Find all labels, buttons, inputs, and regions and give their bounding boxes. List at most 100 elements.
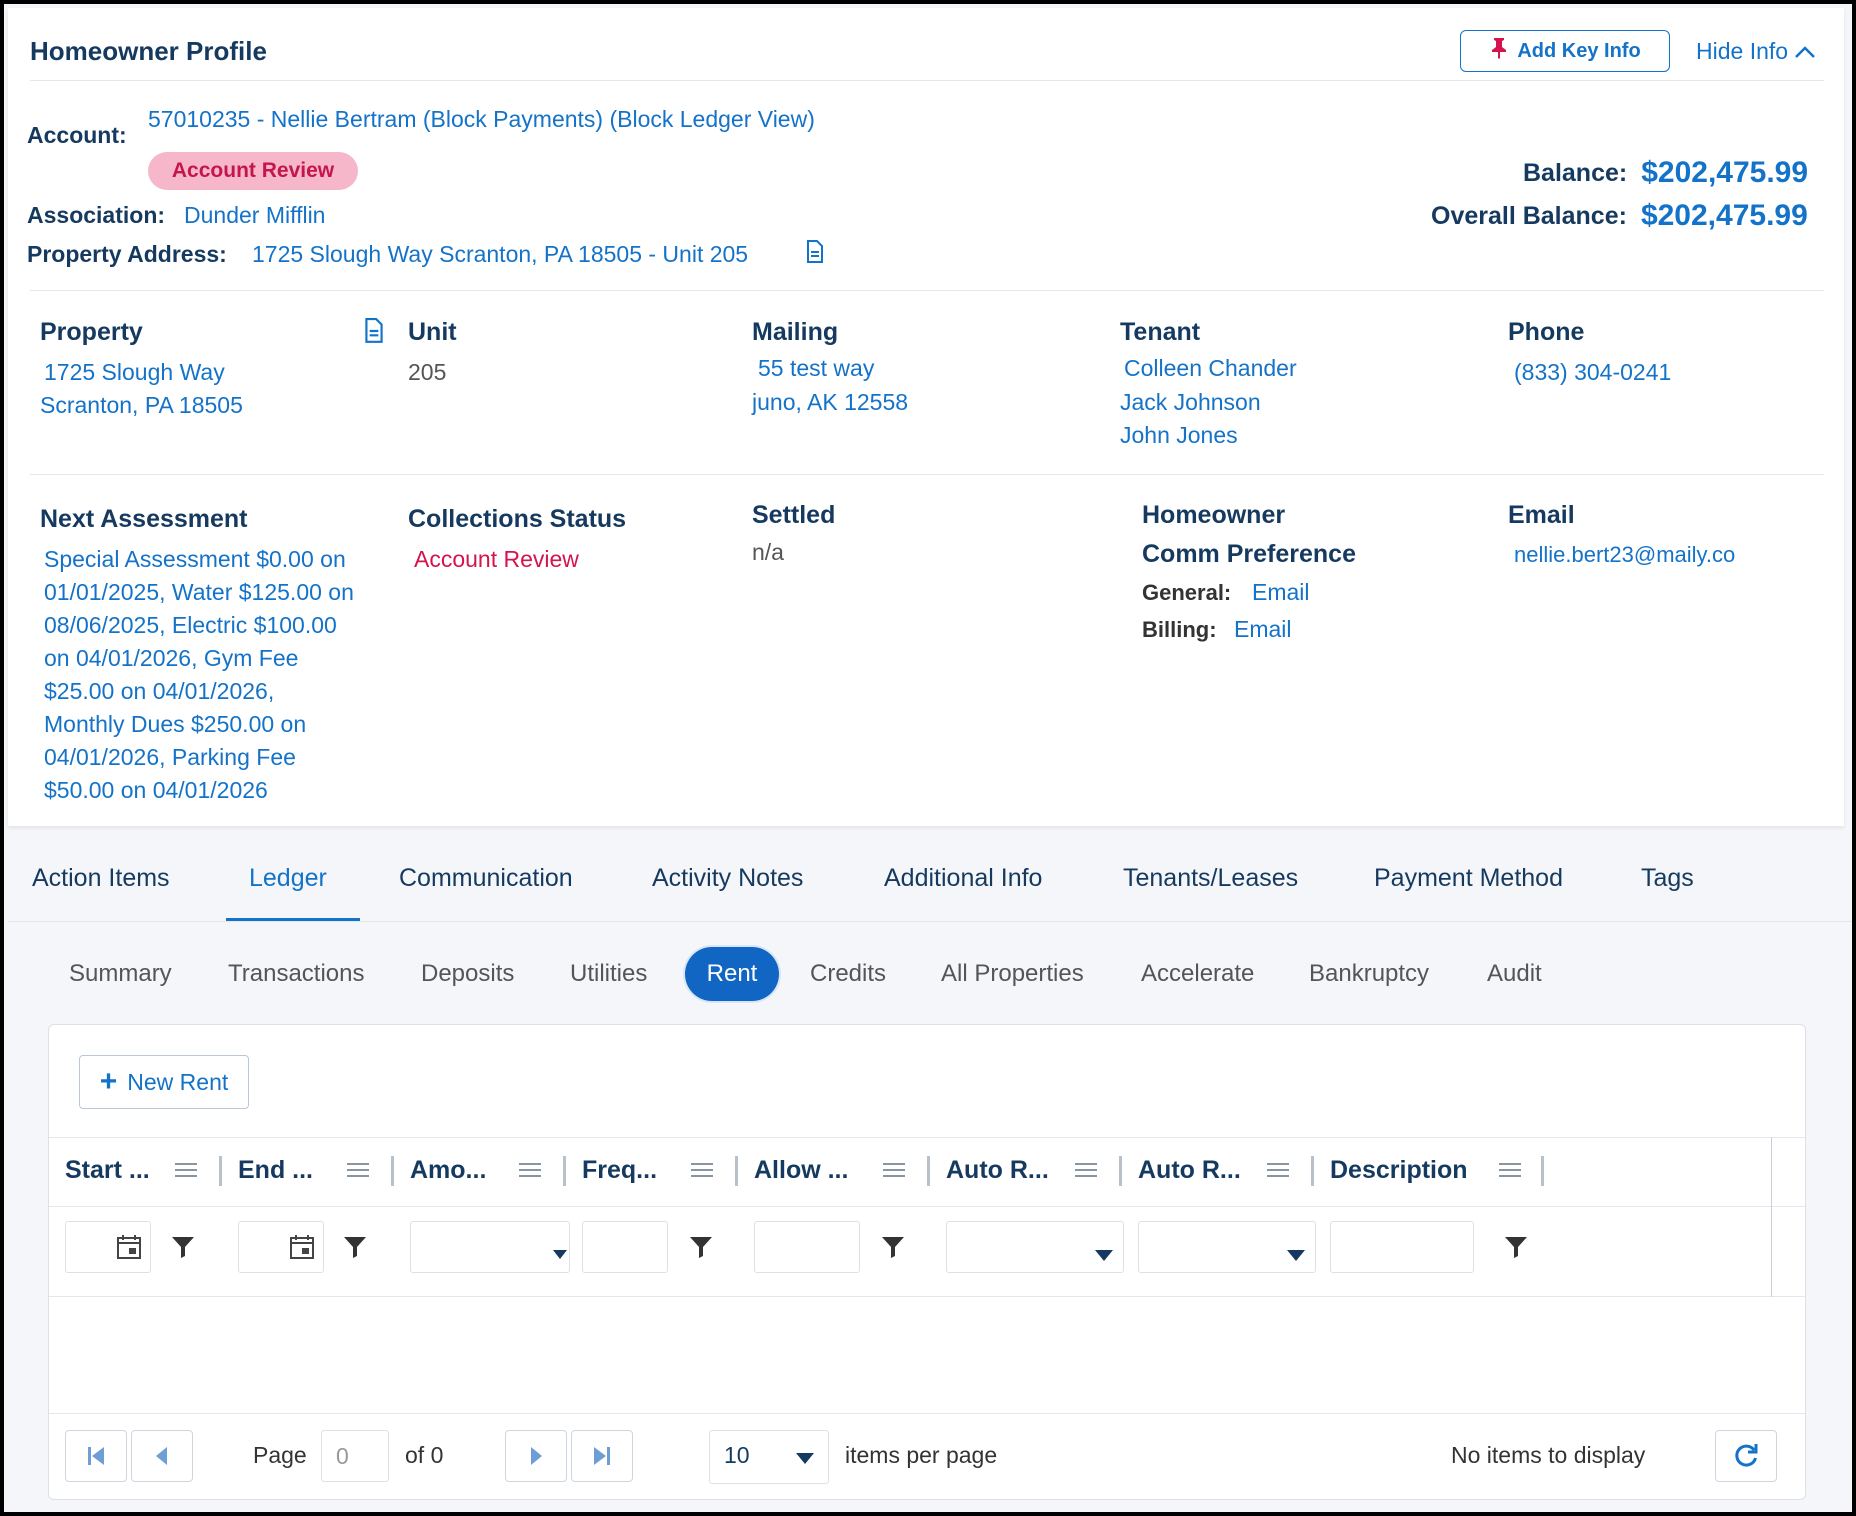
- tab-action-items[interactable]: Action Items: [32, 864, 170, 893]
- calendar-icon[interactable]: [116, 1234, 142, 1260]
- column-menu-icon[interactable]: [175, 1162, 197, 1178]
- column-header-start[interactable]: Start ...: [65, 1156, 150, 1185]
- column-header-frequency[interactable]: Freq...: [582, 1156, 657, 1185]
- account-link[interactable]: 57010235 - Nellie Bertram (Block Payment…: [148, 106, 815, 133]
- filter-icon[interactable]: [881, 1235, 905, 1259]
- general-pref-value[interactable]: Email: [1252, 579, 1310, 606]
- caret-down-icon[interactable]: [1095, 1250, 1113, 1262]
- tab-payment-method[interactable]: Payment Method: [1374, 864, 1563, 893]
- refresh-button[interactable]: [1715, 1430, 1777, 1482]
- column-menu-icon[interactable]: [883, 1162, 905, 1178]
- column-header-amount[interactable]: Amo...: [410, 1156, 486, 1185]
- filter-icon[interactable]: [689, 1235, 713, 1259]
- phone-link[interactable]: (833) 304-0241: [1514, 356, 1671, 389]
- mailing-line1[interactable]: 55 test way: [758, 352, 874, 385]
- tab-ledger[interactable]: Ledger: [249, 864, 327, 893]
- column-resize-handle[interactable]: [219, 1156, 222, 1186]
- add-key-info-button[interactable]: Add Key Info: [1460, 30, 1670, 72]
- tenant-name[interactable]: John Jones: [1120, 419, 1238, 452]
- frequency-filter[interactable]: [582, 1221, 668, 1273]
- subtab-rent[interactable]: Rent: [685, 947, 779, 1001]
- chevron-right-icon: [531, 1447, 542, 1465]
- page-number-input[interactable]: 0: [321, 1430, 389, 1482]
- tenant-name[interactable]: Colleen Chander: [1124, 352, 1297, 385]
- billing-pref-value[interactable]: Email: [1234, 616, 1292, 643]
- column-menu-icon[interactable]: [691, 1162, 713, 1178]
- prev-page-button[interactable]: [131, 1430, 193, 1482]
- caret-down-icon[interactable]: [1287, 1250, 1305, 1262]
- column-header-auto-r-1[interactable]: Auto R...: [946, 1156, 1049, 1185]
- page-size-value: 10: [724, 1442, 750, 1468]
- profile-title: Homeowner Profile: [30, 36, 267, 66]
- filter-icon[interactable]: [1504, 1235, 1528, 1259]
- column-resize-handle[interactable]: [735, 1156, 738, 1186]
- page-size-select[interactable]: 10: [709, 1430, 829, 1484]
- column-resize-handle[interactable]: [1119, 1156, 1122, 1186]
- subtab-all-properties[interactable]: All Properties: [941, 960, 1084, 988]
- next-assessment-heading: Next Assessment: [40, 505, 248, 533]
- column-menu-icon[interactable]: [1267, 1162, 1289, 1178]
- subtab-deposits[interactable]: Deposits: [421, 960, 514, 988]
- column-menu-icon[interactable]: [1499, 1162, 1521, 1178]
- start-date-filter[interactable]: [65, 1221, 151, 1273]
- column-resize-handle[interactable]: [927, 1156, 930, 1186]
- last-page-button[interactable]: [571, 1430, 633, 1482]
- subtab-summary[interactable]: Summary: [69, 960, 172, 988]
- auto-r-2-filter[interactable]: [1138, 1221, 1316, 1273]
- comm-pref-heading-1: Homeowner: [1142, 501, 1286, 529]
- description-filter[interactable]: [1330, 1221, 1474, 1273]
- next-assessment-line: 08/06/2025, Electric $100.00: [44, 612, 337, 638]
- mailing-heading: Mailing: [752, 318, 839, 346]
- subtab-credits[interactable]: Credits: [810, 960, 886, 988]
- document-icon[interactable]: [806, 240, 824, 269]
- first-page-button[interactable]: [65, 1430, 127, 1482]
- grid-scrollbar-gutter: [1771, 1137, 1772, 1297]
- tab-activity-notes[interactable]: Activity Notes: [652, 864, 803, 893]
- document-icon[interactable]: [364, 318, 384, 349]
- column-header-auto-r-2[interactable]: Auto R...: [1138, 1156, 1241, 1185]
- account-review-badge: Account Review: [148, 152, 358, 190]
- next-page-button[interactable]: [505, 1430, 567, 1482]
- subtab-audit[interactable]: Audit: [1487, 960, 1542, 988]
- caret-down-icon[interactable]: [553, 1250, 567, 1260]
- allow-filter[interactable]: [754, 1221, 860, 1273]
- next-assessment-line: on 04/01/2026, Gym Fee: [44, 645, 299, 671]
- column-header-description[interactable]: Description: [1330, 1156, 1468, 1185]
- tab-tenants-leases[interactable]: Tenants/Leases: [1123, 864, 1298, 893]
- column-resize-handle[interactable]: [1541, 1156, 1544, 1186]
- email-link[interactable]: nellie.bert23@maily.co: [1514, 538, 1735, 571]
- subtab-transactions[interactable]: Transactions: [228, 960, 365, 988]
- column-header-allow[interactable]: Allow ...: [754, 1156, 848, 1185]
- end-date-filter[interactable]: [238, 1221, 324, 1273]
- calendar-icon[interactable]: [289, 1234, 315, 1260]
- subtab-accelerate[interactable]: Accelerate: [1141, 960, 1254, 988]
- tenant-name[interactable]: Jack Johnson: [1120, 386, 1261, 419]
- tab-communication[interactable]: Communication: [399, 864, 573, 893]
- hide-info-toggle[interactable]: Hide Info: [1696, 38, 1816, 65]
- column-menu-icon[interactable]: [347, 1162, 369, 1178]
- next-assessment-line: Monthly Dues $250.00 on: [44, 711, 307, 737]
- filter-icon[interactable]: [343, 1235, 367, 1259]
- column-header-end[interactable]: End ...: [238, 1156, 313, 1185]
- tab-tags[interactable]: Tags: [1641, 864, 1694, 893]
- subtab-bankruptcy[interactable]: Bankruptcy: [1309, 960, 1429, 988]
- balance-label: Balance:: [1523, 158, 1628, 187]
- subtab-utilities[interactable]: Utilities: [570, 960, 647, 988]
- unit-heading: Unit: [408, 318, 457, 346]
- tab-additional-info[interactable]: Additional Info: [884, 864, 1042, 893]
- amount-filter[interactable]: [410, 1221, 570, 1273]
- property-address-link[interactable]: 1725 Slough Way Scranton, PA 18505 - Uni…: [252, 241, 748, 268]
- column-resize-handle[interactable]: [1311, 1156, 1314, 1186]
- column-menu-icon[interactable]: [519, 1162, 541, 1178]
- auto-r-1-filter[interactable]: [946, 1221, 1124, 1273]
- column-resize-handle[interactable]: [563, 1156, 566, 1186]
- column-menu-icon[interactable]: [1075, 1162, 1097, 1178]
- new-rent-button[interactable]: + New Rent: [79, 1055, 249, 1109]
- association-link[interactable]: Dunder Mifflin: [184, 202, 325, 229]
- add-key-info-label: Add Key Info: [1517, 39, 1641, 62]
- mailing-line2[interactable]: juno, AK 12558: [752, 386, 908, 419]
- property-line2[interactable]: Scranton, PA 18505: [40, 389, 243, 422]
- filter-icon[interactable]: [171, 1235, 195, 1259]
- property-line1[interactable]: 1725 Slough Way: [44, 356, 225, 389]
- column-resize-handle[interactable]: [391, 1156, 394, 1186]
